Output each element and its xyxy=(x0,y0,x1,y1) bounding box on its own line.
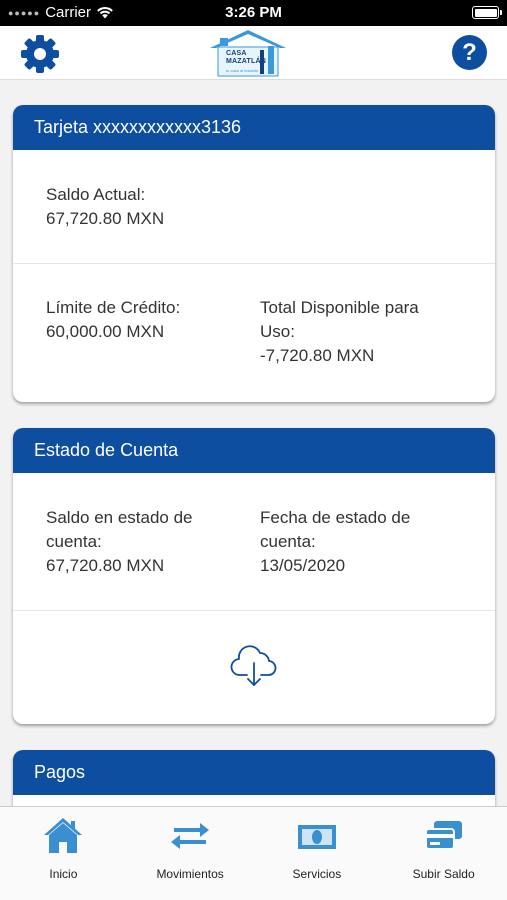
banknote-icon xyxy=(297,825,336,849)
account-card: Tarjeta xxxxxxxxxxxx3136 Saldo Actual: 6… xyxy=(13,105,495,402)
account-card-title: Tarjeta xxxxxxxxxxxx3136 xyxy=(13,105,495,150)
available-total-value: -7,720.80 MXN xyxy=(260,346,375,365)
statement-info-section: Saldo en estado de cuenta: 67,720.80 MXN… xyxy=(13,473,495,611)
statement-balance-value: 67,720.80 MXN xyxy=(46,556,165,575)
settings-button[interactable] xyxy=(19,34,61,74)
gear-icon xyxy=(21,35,59,73)
tab-subir-saldo-label: Subir Saldo xyxy=(412,867,475,881)
current-balance-field: Saldo Actual: 67,720.80 MXN xyxy=(46,183,164,231)
credit-limit-value: 60,000.00 MXN xyxy=(46,322,165,341)
statement-balance-field: Saldo en estado de cuenta: 67,720.80 MXN xyxy=(46,506,193,578)
payments-card-title: Pagos xyxy=(13,750,495,795)
tab-movimientos-label: Movimientos xyxy=(156,867,224,881)
statement-date-value: 13/05/2020 xyxy=(260,556,346,575)
home-icon xyxy=(44,818,83,853)
cloud-download-icon xyxy=(230,645,277,686)
statement-date-label-1: Fecha de estado de xyxy=(260,508,411,527)
download-statement-button[interactable] xyxy=(230,645,278,689)
credit-section: Límite de Crédito: 60,000.00 MXN Total D… xyxy=(13,264,495,402)
cards-icon xyxy=(424,821,462,850)
tab-bar: Inicio Movimientos Servicios Subir Saldo xyxy=(0,806,507,900)
logo-line2: MAZATLÁN xyxy=(226,58,266,65)
current-balance-section: Saldo Actual: 67,720.80 MXN xyxy=(13,150,495,264)
statement-balance-label-2: cuenta: xyxy=(46,532,102,551)
transfer-arrows-icon xyxy=(171,823,210,849)
statement-card-title: Estado de Cuenta xyxy=(13,428,495,473)
logo-tagline: tu casa al instante xyxy=(226,68,259,73)
tab-movimientos[interactable]: Movimientos xyxy=(127,807,254,900)
statement-date-label-2: cuenta: xyxy=(260,532,316,551)
logo-line1: CASA xyxy=(226,50,247,57)
available-total-label-1: Total Disponible para xyxy=(260,298,419,317)
question-mark-icon: ? xyxy=(462,39,477,66)
tab-subir-saldo[interactable]: Subir Saldo xyxy=(380,807,507,900)
tab-inicio-label: Inicio xyxy=(49,867,78,881)
current-balance-label: Saldo Actual: xyxy=(46,185,146,204)
statement-card: Estado de Cuenta Saldo en estado de cuen… xyxy=(13,428,495,724)
tab-servicios[interactable]: Servicios xyxy=(254,807,381,900)
available-total-field: Total Disponible para Uso: -7,720.80 MXN xyxy=(260,296,419,368)
app-header: CASA MAZATLÁN tu casa al instante ? xyxy=(0,26,507,80)
download-section xyxy=(13,611,495,724)
main-content[interactable]: Tarjeta xxxxxxxxxxxx3136 Saldo Actual: 6… xyxy=(0,80,507,806)
credit-limit-field: Límite de Crédito: 60,000.00 MXN xyxy=(46,296,180,344)
status-bar: ●●●●● Carrier 3:26 PM xyxy=(0,0,507,26)
logo-text: CASA MAZATLÁN xyxy=(226,50,266,66)
available-total-label-2: Uso: xyxy=(260,322,295,341)
current-balance-value: 67,720.80 MXN xyxy=(46,209,165,228)
statement-balance-label-1: Saldo en estado de xyxy=(46,508,193,527)
tab-servicios-label: Servicios xyxy=(292,867,342,881)
battery-icon xyxy=(472,6,502,19)
payments-card: Pagos xyxy=(13,750,495,806)
tab-inicio[interactable]: Inicio xyxy=(0,807,127,900)
statement-date-field: Fecha de estado de cuenta: 13/05/2020 xyxy=(260,506,410,578)
status-time: 3:26 PM xyxy=(225,4,282,21)
help-button[interactable]: ? xyxy=(452,35,487,70)
credit-limit-label: Límite de Crédito: xyxy=(46,298,181,317)
casa-mazatlan-logo: CASA MAZATLÁN tu casa al instante xyxy=(208,28,288,78)
